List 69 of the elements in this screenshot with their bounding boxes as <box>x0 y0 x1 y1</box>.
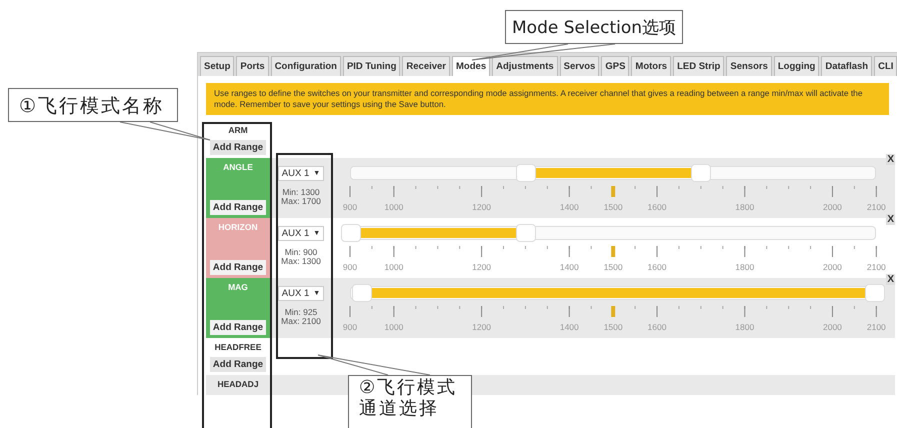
scale-label: 1400 <box>560 262 579 272</box>
scale-label: 1000 <box>384 262 404 272</box>
scale-label: 1200 <box>472 202 492 212</box>
mode-name: HEADADJ <box>217 378 259 389</box>
mode-name: ANGLE <box>223 162 253 172</box>
slider-handle[interactable] <box>865 284 886 302</box>
mode-name: MAG <box>228 282 248 292</box>
scale-label: 2000 <box>823 202 842 212</box>
slider-handle[interactable] <box>690 164 711 182</box>
scale-label: 2000 <box>823 262 842 272</box>
range-values: Min: 1300 Max: 1700 <box>281 188 321 207</box>
scale-label: 1800 <box>735 262 754 272</box>
remove-range-button[interactable]: X <box>886 274 895 285</box>
add-range-button[interactable]: Add Range <box>210 320 266 335</box>
scale-label: 900 <box>342 262 358 272</box>
scale-label: 1600 <box>648 202 666 212</box>
scale-label: 1600 <box>648 262 666 272</box>
add-range-button[interactable]: Add Range <box>210 356 266 372</box>
tab[interactable]: Motors <box>631 56 672 76</box>
add-range-button[interactable]: Add Range <box>210 260 266 275</box>
tab[interactable]: CLI <box>874 56 897 76</box>
scale-label: 1200 <box>472 322 492 332</box>
scale-label: 1400 <box>560 322 579 332</box>
tab[interactable]: Ports <box>236 56 269 76</box>
tab[interactable]: LED Strip <box>673 56 724 76</box>
scale-label: 2000 <box>823 322 842 332</box>
callout-label: ①飞行模式名称 <box>8 88 178 122</box>
tab[interactable]: PID Tuning <box>342 56 400 76</box>
add-range-button[interactable]: Add Range <box>210 200 266 215</box>
range-values: Min: 925 Max: 2100 <box>281 308 321 327</box>
scale-label: 1600 <box>648 322 666 332</box>
add-range-button[interactable]: Add Range <box>210 140 266 155</box>
tab[interactable]: Sensors <box>726 56 772 76</box>
mode-name: HEADFREE <box>214 342 262 352</box>
scale-label: 1000 <box>384 202 404 212</box>
scale-label: 1800 <box>735 322 754 332</box>
slider-handle[interactable] <box>352 284 372 302</box>
scale-label: 1400 <box>560 202 579 212</box>
mode-name: HORIZON <box>218 222 258 232</box>
scale-label: 1000 <box>384 322 404 332</box>
remove-range-button[interactable]: X <box>886 214 895 225</box>
callout-label: ②飞行模式 通道选择 <box>348 375 472 428</box>
callout-label: Mode Selection选项 <box>505 10 683 44</box>
tab[interactable]: Modes <box>452 56 490 76</box>
tab[interactable]: Dataflash <box>821 56 872 76</box>
scale-label: 2100 <box>866 322 886 332</box>
tab[interactable]: Adjustments <box>492 56 558 76</box>
scale-label: 1500 <box>604 202 623 212</box>
slider-handle[interactable] <box>341 224 361 242</box>
info-banner: Use ranges to define the switches on your transmitter and corresponding mode assignments. A receiver channel that gives a reading between a range min/max will activate the mode. Remember to save your settings using the Save button. <box>206 83 889 115</box>
slider-handle[interactable] <box>516 224 536 242</box>
slider-handle[interactable] <box>516 164 536 182</box>
tab[interactable]: GPS <box>601 56 630 76</box>
tab[interactable]: Logging <box>774 56 820 76</box>
tab[interactable]: Receiver <box>402 56 450 76</box>
scale-label: 2100 <box>866 202 886 212</box>
remove-range-button[interactable]: X <box>886 154 895 165</box>
scale-label: 1500 <box>604 322 623 332</box>
range-values: Min: 900 Max: 1300 <box>281 248 321 267</box>
tab[interactable]: Servos <box>560 56 600 76</box>
scale-label: 900 <box>342 202 358 212</box>
scale-label: 900 <box>342 322 358 332</box>
scale-label: 1500 <box>604 262 623 272</box>
scale-label: 1800 <box>735 202 754 212</box>
scale-label: 2100 <box>866 262 886 272</box>
tab[interactable]: Setup <box>200 56 234 76</box>
mode-name: ARM <box>228 124 248 135</box>
scale-label: 1200 <box>472 262 492 272</box>
tab[interactable]: Configuration <box>270 56 341 76</box>
